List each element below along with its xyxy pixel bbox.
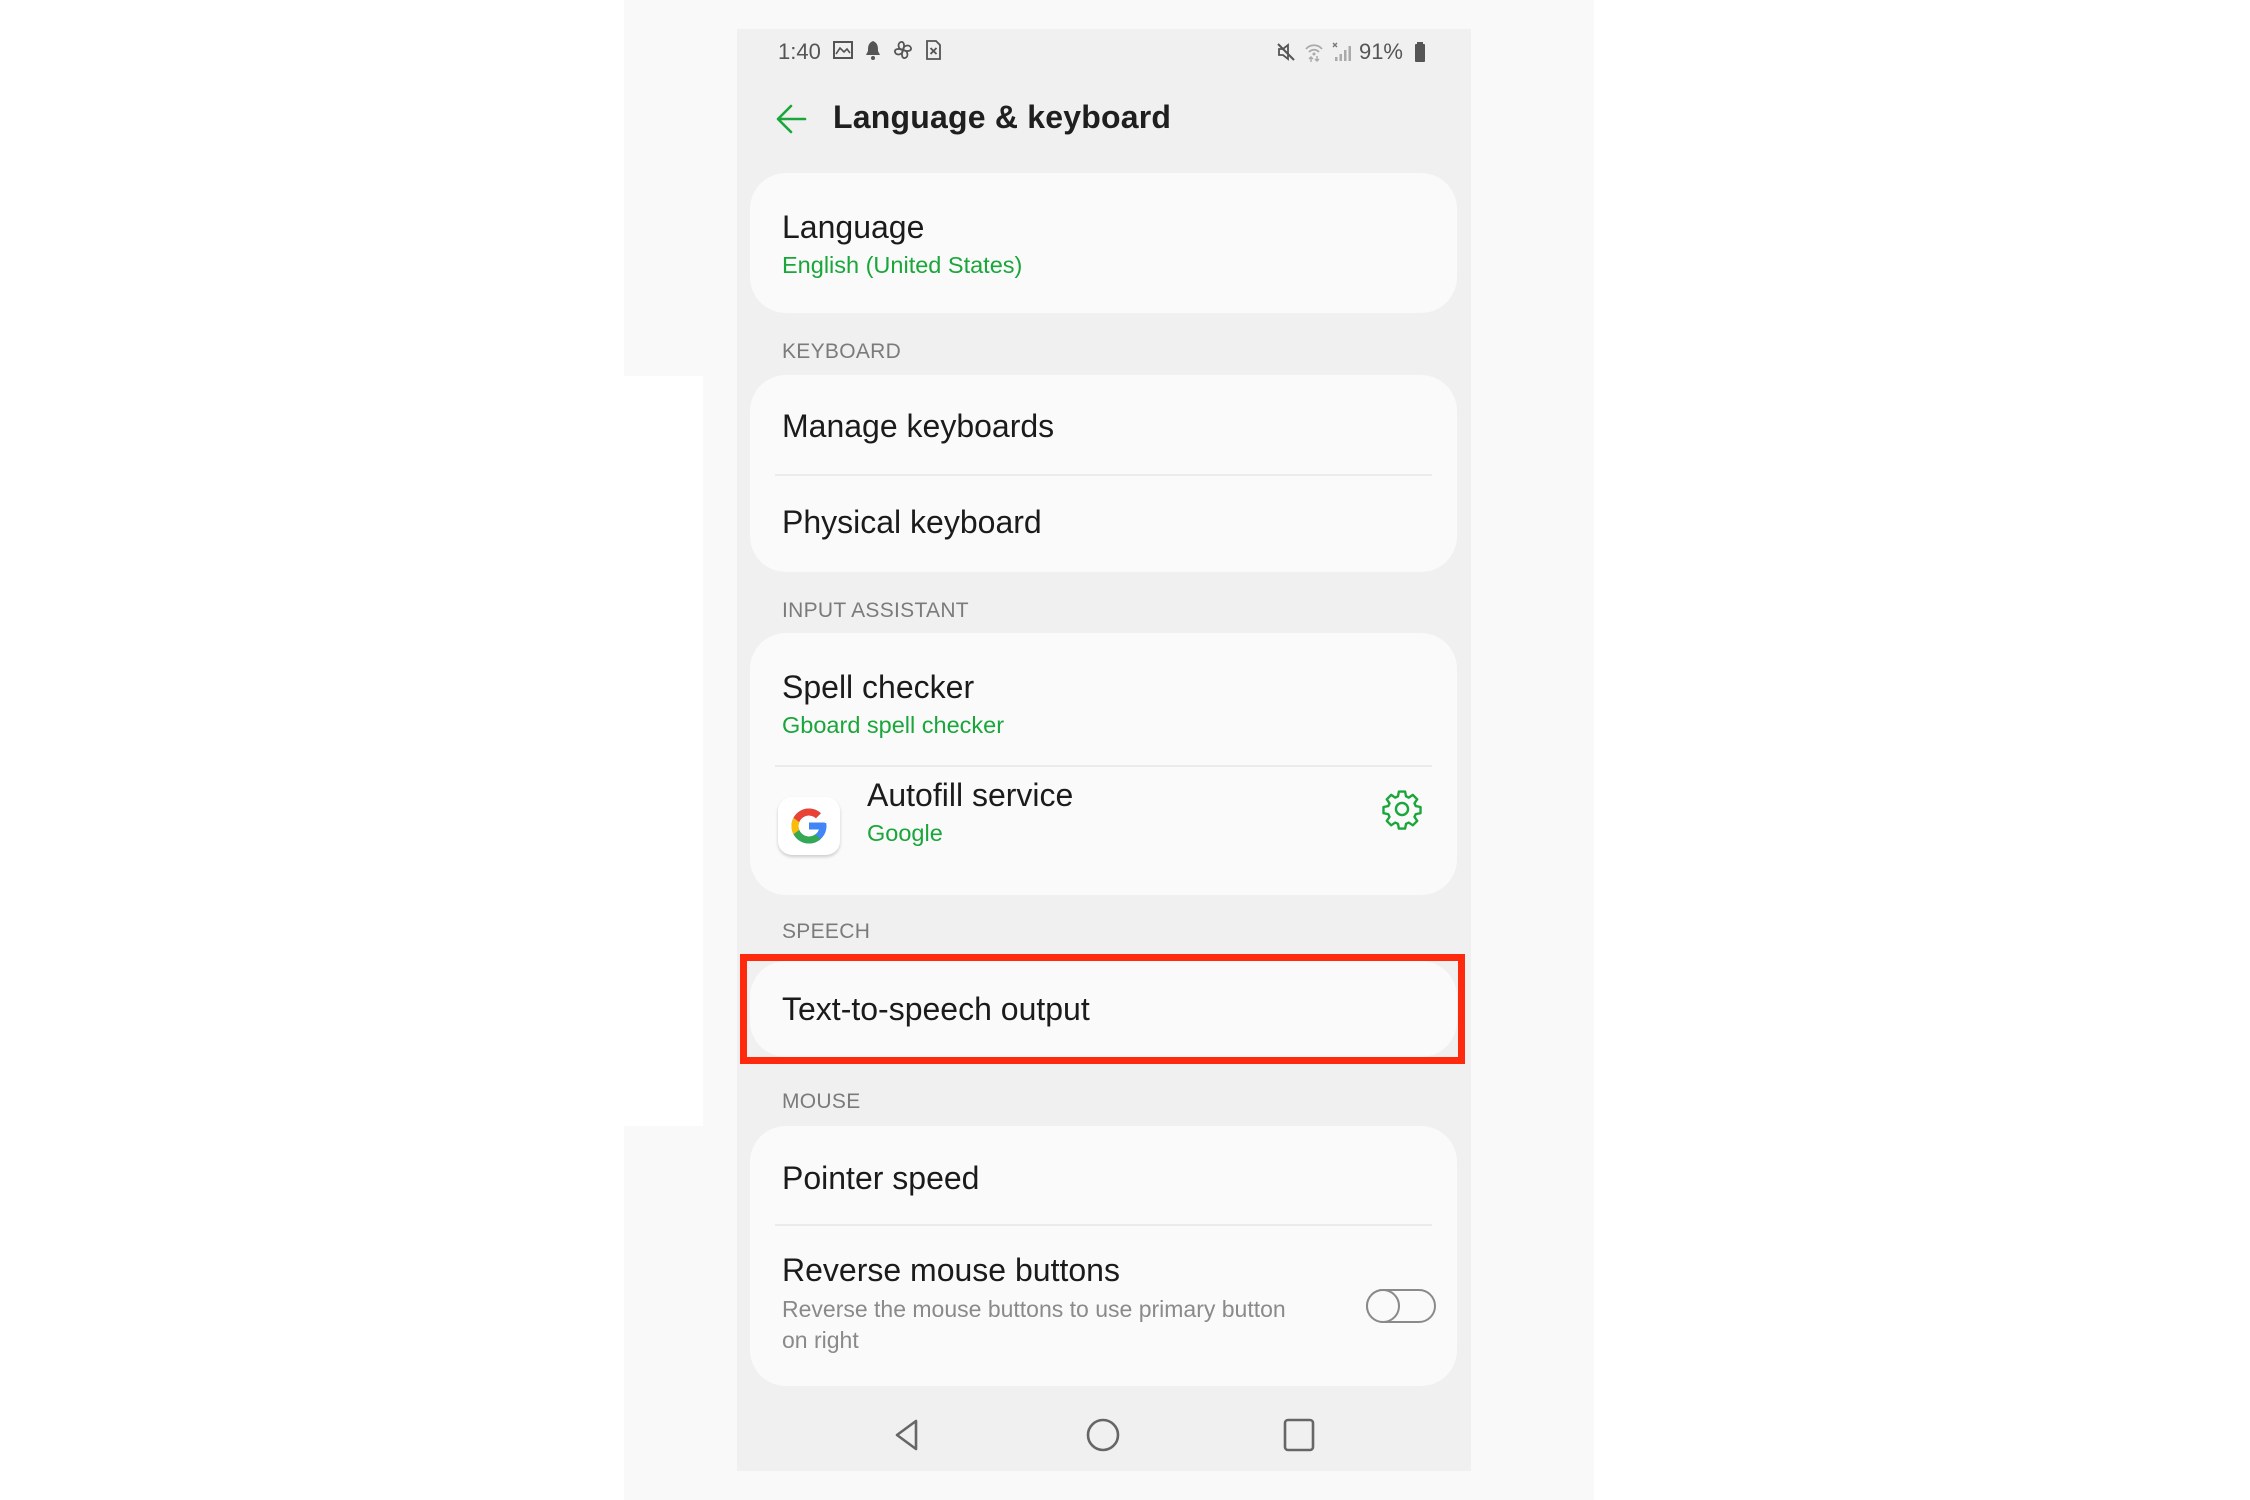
- section-header-keyboard: KEYBOARD: [782, 340, 902, 363]
- item-subtitle: Gboard spell checker: [782, 712, 1005, 738]
- gallery-icon: [833, 41, 853, 59]
- back-triangle-icon[interactable]: [888, 1415, 928, 1455]
- reverse-mouse-buttons-item[interactable]: Reverse mouse buttons Reverse the mouse …: [750, 1226, 1457, 1386]
- battery-percent: 91%: [1358, 39, 1403, 64]
- app-bar: Language & keyboard: [737, 91, 1471, 147]
- item-subtitle: Google: [867, 820, 943, 846]
- mute-icon: [1277, 43, 1295, 61]
- input-assistant-card: Spell checker Gboard spell checker Autof…: [750, 633, 1457, 895]
- notification-icons: [832, 39, 944, 61]
- spell-checker-item[interactable]: Spell checker Gboard spell checker: [750, 633, 1457, 765]
- manage-keyboards-item[interactable]: Manage keyboards: [750, 375, 1457, 474]
- bell-icon: [866, 41, 880, 60]
- item-title: Reverse mouse buttons: [782, 1252, 1120, 1288]
- speech-card: Text-to-speech output: [750, 961, 1457, 1057]
- phone-screen: 1:40 91% Language & keyboard Language En…: [737, 29, 1471, 1471]
- recents-square-icon[interactable]: [1279, 1415, 1319, 1455]
- background-strip: [624, 376, 703, 1126]
- reverse-mouse-buttons-toggle[interactable]: [1366, 1289, 1436, 1323]
- battery-icon: [1415, 42, 1425, 62]
- physical-keyboard-item[interactable]: Physical keyboard: [750, 476, 1457, 572]
- section-header-speech: SPEECH: [782, 920, 871, 943]
- toggle-knob: [1366, 1289, 1400, 1323]
- section-header-mouse: MOUSE: [782, 1090, 861, 1113]
- item-title: Text-to-speech output: [782, 991, 1090, 1027]
- language-card: Language English (United States): [750, 173, 1457, 313]
- item-title: Pointer speed: [782, 1160, 980, 1196]
- item-title: Physical keyboard: [782, 504, 1042, 540]
- page-title: Language & keyboard: [833, 99, 1172, 135]
- signal-icon: [1332, 42, 1351, 61]
- section-header-input-assistant: INPUT ASSISTANT: [782, 599, 969, 622]
- keyboard-card: Manage keyboards Physical keyboard: [750, 375, 1457, 572]
- pointer-speed-item[interactable]: Pointer speed: [750, 1126, 1457, 1224]
- system-status: 91%: [1275, 39, 1431, 65]
- wifi-icon: [1305, 44, 1323, 62]
- sim-x-icon: [926, 40, 941, 60]
- text-to-speech-output-item[interactable]: Text-to-speech output: [750, 961, 1457, 1057]
- item-title: Autofill service: [867, 777, 1074, 813]
- status-time: 1:40: [778, 39, 821, 64]
- gear-icon[interactable]: [1380, 787, 1424, 831]
- autofill-service-item[interactable]: Autofill service Google: [750, 767, 1457, 895]
- item-title: Spell checker: [782, 669, 975, 705]
- item-subtitle: English (United States): [782, 252, 1023, 278]
- mouse-card: Pointer speed Reverse mouse buttons Reve…: [750, 1126, 1457, 1386]
- navigation-bar: [737, 1399, 1471, 1471]
- language-item[interactable]: Language English (United States): [750, 173, 1457, 313]
- google-g-icon: [778, 797, 840, 855]
- item-title: Language: [782, 209, 925, 245]
- status-bar: 1:40 91%: [737, 29, 1471, 73]
- item-description: Reverse the mouse buttons to use primary…: [782, 1296, 1286, 1353]
- pinwheel-icon: [893, 40, 913, 60]
- arrow-left-icon[interactable]: [773, 101, 809, 137]
- home-circle-icon[interactable]: [1083, 1415, 1123, 1455]
- item-title: Manage keyboards: [782, 408, 1055, 444]
